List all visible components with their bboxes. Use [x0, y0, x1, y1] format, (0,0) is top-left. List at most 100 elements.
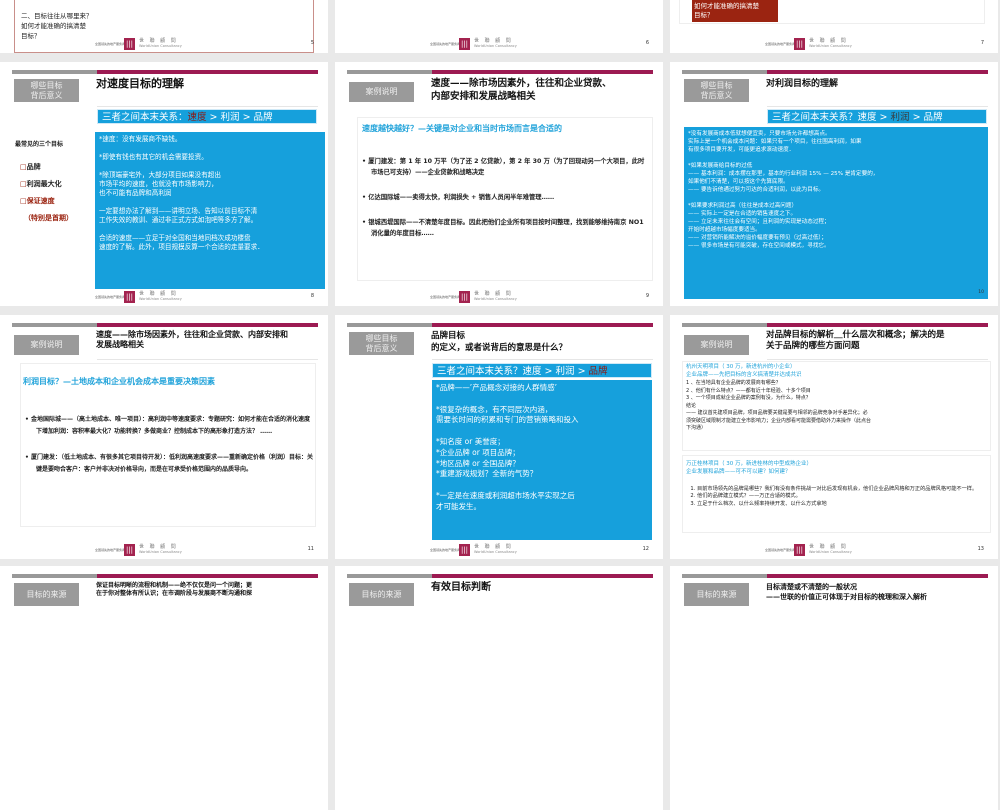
slide-title: 对速度目标的理解: [96, 77, 184, 90]
title-bar-maroon: [432, 70, 653, 74]
company-name: 世 聯 顧 問: [474, 38, 513, 44]
section-tag: 目标的来源: [684, 583, 749, 606]
title-bar-maroon: [432, 574, 653, 578]
section-tag: 哪些目标 背后意义: [14, 79, 79, 102]
title-bar-gray: [347, 70, 432, 74]
slide-footer: 全国领先的地产服务商 ||| 世 聯 顧 問 WorldUnion Consul…: [430, 38, 655, 50]
slide-title: 对品牌目标的解析＿什么层次和概念；解决的是 关于品牌的哪些方面问题: [766, 330, 945, 351]
bullet-item: • 厦门建发：第 1 年 10 万平（为了还 2 亿贷款），第 2 年 30 万…: [362, 158, 645, 176]
divider: [767, 359, 988, 360]
slide-subtitle: 速度越快越好？—关键是对企业和当时市场而言是合适的: [362, 124, 562, 133]
slide-number: 9: [645, 293, 649, 299]
company-name: 世 聯 顧 問: [474, 544, 513, 550]
slide-footer: 全国领先的地产服务商 ||| 世 聯 顧 問 WorldUnion Consul…: [765, 38, 990, 50]
slide-footer: 全国领先的地产服务商 ||| 世 聯 顧 問 WorldUnion Consul…: [430, 291, 655, 303]
slide-thumbnail-6[interactable]: 全国领先的地产服务商 ||| 世 聯 顧 問 WorldUnion Consul…: [335, 0, 663, 53]
goal-label: 保证速度: [26, 197, 55, 205]
company-name-en: WorldUnion Consultancy: [474, 550, 517, 554]
header-speed: 速度: [187, 112, 207, 123]
slide-number: 10: [978, 290, 984, 295]
case-frame-1: 杭州天明项目（ 30 万，新进杭州的小企业） 企业品牌——先把目标的含义搞清楚并…: [682, 361, 991, 451]
slide-text: 二、目标往往从哪里来？ 如何才能准确的搞清楚 目标？: [21, 12, 93, 40]
header-speed: 速度: [857, 112, 877, 123]
section-tag: 案例说明: [684, 335, 749, 355]
title-bar-gray: [682, 574, 767, 578]
title-bar-maroon: [97, 323, 318, 327]
slide-title: 速度——除市场因素外，往往和企业贷款、内部安排和 发展战略相关: [96, 330, 288, 349]
title-bar-maroon: [97, 574, 318, 578]
title-bar-gray: [682, 323, 767, 327]
separator: >: [239, 112, 254, 123]
goals-heading: 最常见的三个目标: [15, 141, 64, 148]
slide-title: 保证目标明晰的流程和机制——绝不仅仅是问一个问题；更 在于你对整体有所认识；在市…: [96, 582, 253, 597]
title-bar-maroon: [767, 70, 988, 74]
section-tag: 案例说明: [349, 82, 414, 102]
slide-number: 13: [977, 546, 984, 552]
bullet-text: 亿达国际城——卖得太快，利润损失 + 销售人员闲半年难管理……: [368, 194, 555, 201]
slide-thumbnail-12[interactable]: 哪些目标 背后意义 品牌目标 的定义，或者说背后的意思是什么？ 三者之间本末关系…: [335, 315, 663, 559]
slide-thumbnail-15[interactable]: 目标的来源 有效目标判断: [335, 566, 663, 810]
title-bar-gray: [12, 70, 97, 74]
case-heading: 杭州天明项目（ 30 万，新进杭州的小企业） 企业品牌——先把目标的含义搞清楚并…: [686, 364, 802, 378]
title-bar-maroon: [432, 323, 653, 327]
bullet-text: 厦门建发：（低土地成本、有很多其它项目待开发）：低利润高速度要求——重新确定价格…: [30, 454, 313, 473]
slide-thumbnail-9[interactable]: 案例说明 速度——除市场因素外，往往和企业贷款、 内部安排和发展战略相关 速度越…: [335, 62, 663, 306]
slide-thumbnail-11[interactable]: 案例说明 速度——除市场因素外，往往和企业贷款、内部安排和 发展战略相关 利润目…: [0, 315, 328, 559]
header-profit: 利润: [555, 366, 575, 377]
relationship-header: 三者之间本末关系：速度 > 利润 > 品牌: [97, 109, 317, 124]
separator: >: [876, 112, 891, 123]
case-body: 1 、在当地具有企业品牌的发展商有哪些？ 2 、他们有什么特点？——都有近十年经…: [686, 380, 872, 431]
header-brand: 品牌: [253, 112, 273, 123]
slide-footer: 全国领先的地产服务商 ||| 世 聯 顧 問 WorldUnion Consul…: [95, 38, 320, 50]
footer-tagline: 全国领先的地产服务商: [95, 548, 126, 552]
slide-number: 12: [642, 546, 649, 552]
slide-thumbnail-5[interactable]: 二、目标往往从哪里来？ 如何才能准确的搞清楚 目标？ 全国领先的地产服务商 ||…: [0, 0, 328, 53]
company-logo-icon: |||: [124, 38, 135, 50]
bullet-item: • 亿达国际城——卖得太快，利润损失 + 销售人员闲半年难管理……: [362, 194, 555, 201]
divider: [97, 359, 318, 360]
checkbox-icon: □: [20, 180, 27, 188]
checkbox-icon: □: [20, 197, 27, 205]
company-name-en: WorldUnion Consultancy: [809, 44, 852, 48]
footer-tagline: 全国领先的地产服务商: [95, 295, 126, 299]
header-profit: 利润: [890, 112, 910, 123]
footer-tagline: 全国领先的地产服务商: [765, 548, 796, 552]
highlight-box: 如何才能准确的搞清楚 目标？: [692, 0, 778, 22]
slide-thumbnail-7[interactable]: 如何才能准确的搞清楚 目标？ 全国领先的地产服务商 ||| 世 聯 顧 問 Wo…: [670, 0, 998, 53]
footer-tagline: 全国领先的地产服务商: [765, 42, 796, 46]
case-item: 立足于什么档次、以什么频率持续开发、以什么方式拿地: [697, 501, 987, 508]
company-logo-icon: |||: [459, 544, 470, 556]
slide-thumbnail-16[interactable]: 目标的来源 目标清楚或不清楚的一般状况 ——世联的价值正可体现于对目标的梳理和深…: [670, 566, 998, 810]
section-tag: 目标的来源: [349, 583, 414, 606]
slide-footer: 全国领先的地产服务商 ||| 世 聯 顧 問 WorldUnion Consul…: [95, 544, 320, 556]
header-brand: 品牌: [588, 366, 608, 377]
slide-number: 6: [645, 40, 649, 46]
slide-thumbnail-13[interactable]: 案例说明 对品牌目标的解析＿什么层次和概念；解决的是 关于品牌的哪些方面问题 杭…: [670, 315, 998, 559]
slide-footer: 全国领先的地产服务商 ||| 世 聯 顧 問 WorldUnion Consul…: [95, 291, 320, 303]
title-bar-gray: [12, 574, 97, 578]
slide-thumbnail-14[interactable]: 目标的来源 保证目标明晰的流程和机制——绝不仅仅是问一个问题；更 在于你对整体有…: [0, 566, 328, 810]
content-box: *品牌——’产品概念对接的人群情感’ *很复杂的概念，有不同层次内涵， 需要长时…: [432, 380, 652, 540]
slide-title: 对利润目标的理解: [766, 79, 839, 89]
header-prefix: 三者之间本末关系？: [772, 112, 858, 123]
case-item: 他们的品牌建立模式？——万正合适的模式。: [697, 493, 987, 500]
section-tag: 哪些目标 背后意义: [349, 332, 414, 355]
title-bar-gray: [347, 323, 432, 327]
title-bar-gray: [682, 70, 767, 74]
footer-tagline: 全国领先的地产服务商: [430, 42, 461, 46]
divider: [97, 106, 318, 107]
goal-label: 利润最大化: [26, 180, 62, 188]
bullet-list: • 厦门建发：第 1 年 10 万平（为了还 2 亿贷款），第 2 年 30 万…: [362, 156, 647, 239]
slide-thumbnail-8[interactable]: 哪些目标 背后意义 对速度目标的理解 三者之间本末关系：速度 > 利润 > 品牌…: [0, 62, 328, 306]
title-bar-maroon: [97, 70, 318, 74]
relationship-header: 三者之间本末关系？速度 > 利润 > 品牌: [767, 109, 987, 124]
bullet-text: 厦门建发：第 1 年 10 万平（为了还 2 亿贷款），第 2 年 30 万（为…: [368, 158, 645, 176]
relationship-header: 三者之间本末关系？速度 > 利润 > 品牌: [432, 363, 652, 378]
slide-number: 5: [310, 40, 314, 46]
header-profit: 利润: [220, 112, 240, 123]
slide-title: 目标清楚或不清楚的一般状况 ——世联的价值正可体现于对目标的梳理和深入解析: [766, 583, 927, 601]
section-tag: 哪些目标 背后意义: [684, 79, 749, 102]
case-heading: 万正桂林项目（ 30 万，新进桂林的中型成熟企业） 企业发展和品牌——可不可以建…: [686, 461, 812, 475]
case-frame-2: 万正桂林项目（ 30 万，新进桂林的中型成熟企业） 企业发展和品牌——可不可以建…: [682, 455, 991, 533]
slide-thumbnail-10[interactable]: 哪些目标 背后意义 对利润目标的理解 三者之间本末关系？速度 > 利润 > 品牌…: [670, 62, 998, 306]
